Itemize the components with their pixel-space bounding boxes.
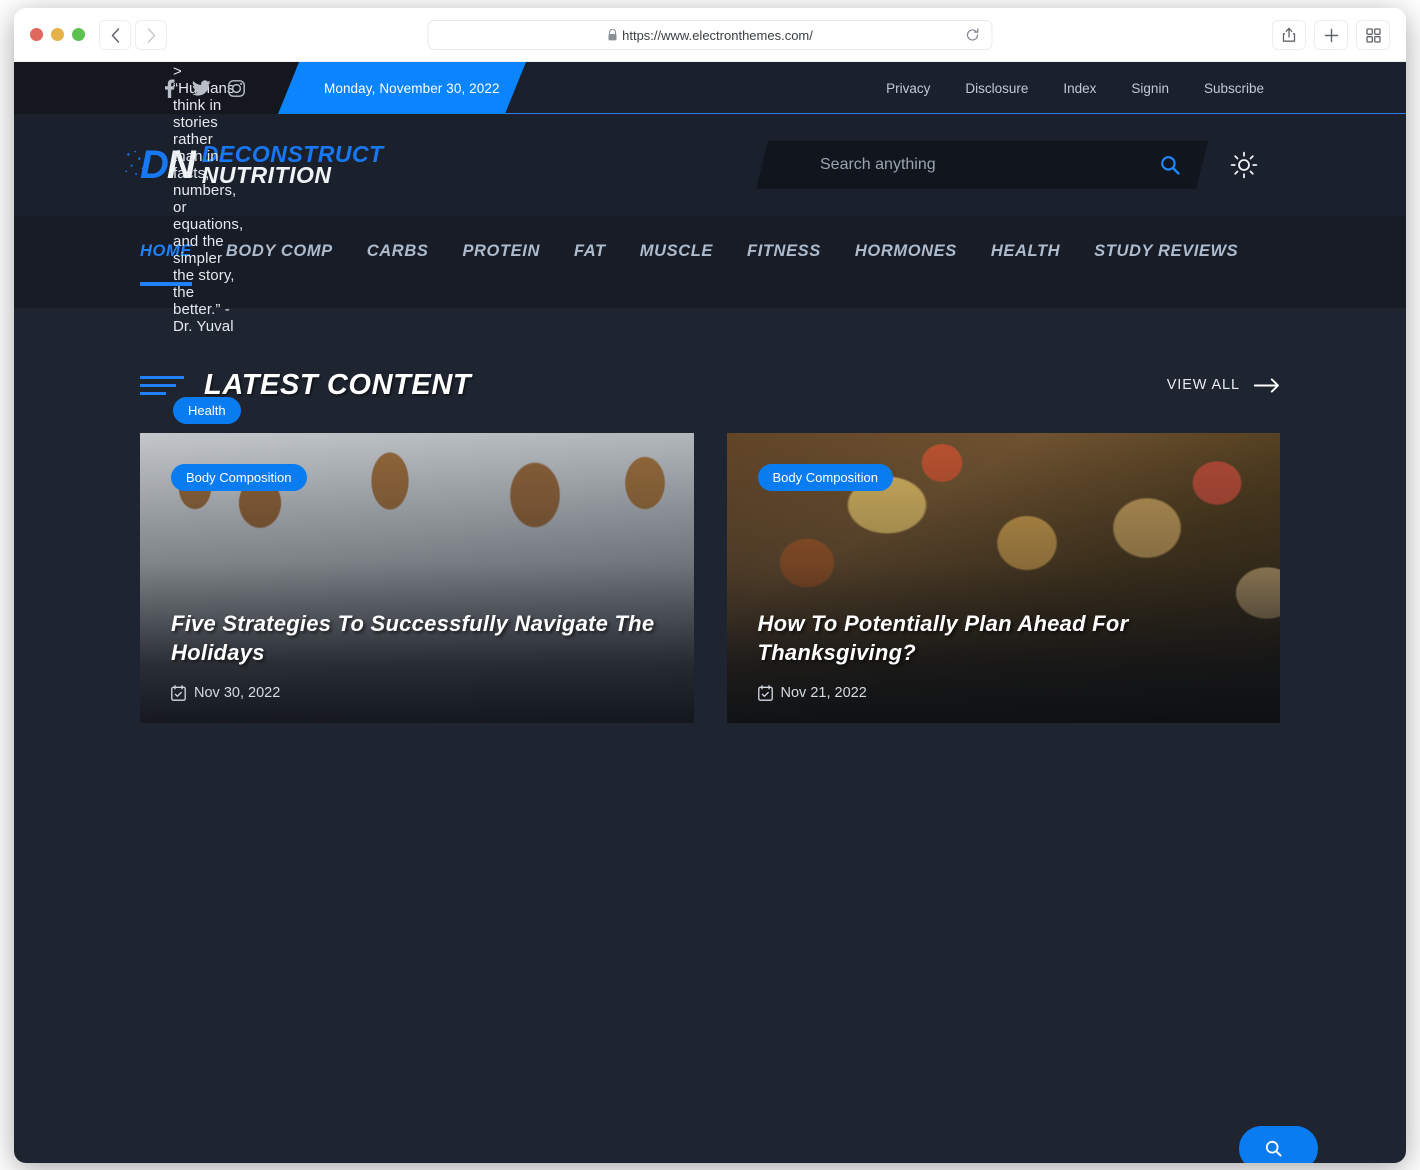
nav-item-protein[interactable]: PROTEIN [462,216,540,308]
nav-item-study-reviews[interactable]: STUDY REVIEWS [1094,216,1238,308]
article-card-date: Nov 21, 2022 [780,685,867,701]
topbar-link-index[interactable]: Index [1063,81,1096,96]
article-card-body: How To Potentially Plan Ahead For Thanks… [758,609,1257,701]
latest-content-header: LATEST CONTENT VIEW ALL [140,363,1280,407]
article-card-meta: Nov 30, 2022 [171,685,670,701]
reload-icon[interactable] [966,28,980,42]
tab-overview-button[interactable] [1356,20,1390,50]
search-box[interactable] [756,141,1208,189]
primary-navigation-list: HOME BODY COMP CARBS PROTEIN FAT MUSCLE … [140,216,1272,308]
article-card[interactable]: Body Composition Five Strategies To Succ… [140,433,694,723]
navigation-buttons [99,20,167,50]
article-card-body: Five Strategies To Successfully Navigate… [171,609,670,701]
url-display: https://www.electronthemes.com/ [607,28,813,43]
nav-item-muscle[interactable]: MUSCLE [640,216,713,308]
topbar-link-subscribe[interactable]: Subscribe [1204,81,1264,96]
utility-topbar: Monday, November 30, 2022 Privacy Disclo… [14,62,1406,114]
topbar-link-disclosure[interactable]: Disclosure [965,81,1028,96]
calendar-icon [171,685,186,701]
address-bar[interactable]: https://www.electronthemes.com/ [427,20,993,50]
forward-button[interactable] [135,20,167,50]
lock-icon [608,29,617,41]
current-date-chip: Monday, November 30, 2022 [278,62,526,114]
latest-content-grid: Body Composition Five Strategies To Succ… [140,433,1280,723]
calendar-icon [757,685,773,701]
share-button[interactable] [1272,20,1306,50]
utility-links: Privacy Disclosure Index Signin Subscrib… [886,62,1264,114]
article-card-title: Five Strategies To Successfully Navigate… [171,610,655,665]
instagram-icon[interactable] [228,79,245,97]
current-date-text: Monday, November 30, 2022 [324,80,500,96]
article-card-date: Nov 30, 2022 [194,685,281,701]
minimize-window-button[interactable] [51,28,64,41]
article-card-meta: Nov 21, 2022 [757,685,1257,701]
new-tab-button[interactable] [1314,20,1348,50]
url-text: https://www.electronthemes.com/ [622,27,813,43]
article-card[interactable]: Body Composition How To Potentially Plan… [726,433,1280,723]
article-card-title: How To Potentially Plan Ahead For Thanks… [757,610,1129,665]
nav-item-fitness[interactable]: FITNESS [747,216,821,308]
section-decoration-bars [140,375,184,395]
browser-window: https://www.electronthemes.com/ Monday, … [14,8,1406,1163]
search-icon [1161,156,1180,175]
section-title: LATEST CONTENT [204,368,472,401]
close-window-button[interactable] [30,28,43,41]
nav-item-health[interactable]: HEALTH [991,216,1060,308]
nav-item-fat[interactable]: FAT [574,216,606,308]
website-viewport: Monday, November 30, 2022 Privacy Disclo… [14,62,1406,1163]
article-card-category-badge[interactable]: Body Composition [757,464,893,491]
sun-icon [1230,151,1258,179]
toolbar-actions [1272,20,1390,50]
browser-toolbar: https://www.electronthemes.com/ [14,8,1406,62]
page-content: Health The Why Aug 04, 2021 > “Humans th… [14,63,1406,723]
topbar-link-signin[interactable]: Signin [1131,81,1169,96]
topbar-link-privacy[interactable]: Privacy [886,81,930,96]
facebook-icon[interactable] [164,79,175,98]
view-all-label: VIEW ALL [1166,377,1240,393]
social-links [164,62,245,114]
view-all-link[interactable]: VIEW ALL [1167,377,1280,393]
search-icon [1265,1140,1282,1157]
back-button[interactable] [99,20,131,50]
maximize-window-button[interactable] [72,28,85,41]
search-submit-button[interactable] [1160,155,1180,175]
nav-item-carbs[interactable]: CARBS [367,216,429,308]
theme-toggle-button[interactable] [1230,151,1258,179]
window-controls [30,28,85,41]
search-input[interactable] [762,156,1112,174]
logo-dust-decoration [124,149,146,177]
nav-item-hormones[interactable]: HORMONES [855,216,957,308]
header-search-area [756,141,1258,189]
article-card-category-badge[interactable]: Body Composition [171,464,307,491]
twitter-icon[interactable] [192,80,211,96]
arrow-right-icon [1254,377,1279,393]
floating-search-button[interactable] [1239,1126,1318,1163]
